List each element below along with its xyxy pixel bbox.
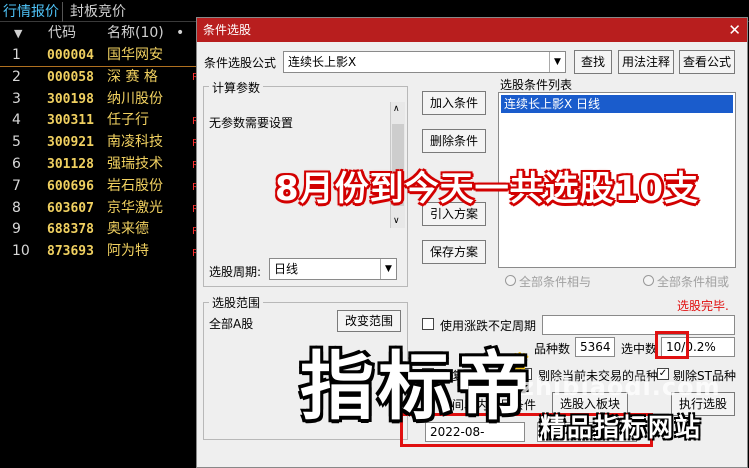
chevron-down-icon[interactable]: ▼ xyxy=(380,259,396,279)
condition-list-title: 选股条件列表 xyxy=(500,78,573,92)
row-index: 4 xyxy=(12,112,21,129)
radio-all-or[interactable] xyxy=(643,275,654,286)
formula-label: 条件选股公式 xyxy=(204,56,277,70)
stock-name: 国华网安 xyxy=(107,47,163,63)
watermark-logo: 指标帝 xyxy=(300,344,534,430)
table-row[interactable]: 3 300198 纳川股份 xyxy=(0,89,200,111)
stock-name: 南凌科技 xyxy=(107,134,163,151)
radio-all-or-label: 全部条件相或 xyxy=(657,275,730,289)
stock-name: 纳川股份 xyxy=(107,90,163,107)
column-header-dot: • xyxy=(176,25,185,41)
watermark-url: zhibiaodi.com xyxy=(520,373,721,401)
stock-list: 1 000004 国华网安 2 000058 深 赛 格 3 300198 纳川股份 4 30… xyxy=(0,45,200,263)
stock-code: 000004 xyxy=(47,48,94,63)
highlight-box xyxy=(655,331,689,359)
stock-code: 603607 xyxy=(47,200,94,216)
watermark-subtitle: 精品指标网站 xyxy=(540,413,703,442)
stock-name: 深 赛 格 xyxy=(107,68,158,85)
usage-notes-button[interactable]: 用法注释 xyxy=(618,50,674,74)
delete-condition-button[interactable]: 删除条件 xyxy=(422,129,486,153)
row-index: 8 xyxy=(12,199,21,216)
stock-code: 301128 xyxy=(47,156,94,172)
params-group-title: 计算参数 xyxy=(209,79,264,96)
radio-all-and[interactable] xyxy=(505,275,516,286)
table-row[interactable]: 5 300921 南凌科技 xyxy=(0,132,200,154)
stock-name: 奥来德 xyxy=(107,221,149,238)
close-icon[interactable]: ✕ xyxy=(728,18,741,42)
chevron-down-icon[interactable]: ∨ xyxy=(393,216,400,226)
stock-code: 688378 xyxy=(47,222,94,238)
formula-select[interactable]: 连续长上影X ▼ xyxy=(283,51,566,73)
period-label: 选股周期: xyxy=(209,265,262,279)
params-text: 无参数需要设置 xyxy=(209,116,294,130)
dialog-title-bar[interactable]: 条件选股 ✕ xyxy=(197,18,747,42)
row-index: 3 xyxy=(12,90,21,107)
row-index: 5 xyxy=(12,134,21,151)
column-header-name[interactable]: 名称(10) xyxy=(107,23,164,44)
unfixed-period-input[interactable] xyxy=(542,315,735,335)
table-row[interactable]: 4 300311 任子行 xyxy=(0,110,200,132)
stock-code: 300311 xyxy=(47,113,94,129)
sort-icon[interactable]: ▼ xyxy=(14,23,22,44)
table-row[interactable]: 7 600696 岩石股份 xyxy=(0,176,200,198)
stock-code: 000058 xyxy=(47,69,94,85)
condition-list-item[interactable]: 连续长上影X 日线 xyxy=(501,95,733,113)
count-label: 品种数 xyxy=(534,342,571,356)
count-value: 5364 xyxy=(575,337,615,357)
stock-code: 300921 xyxy=(47,135,94,151)
range-value: 全部A股 xyxy=(209,317,254,331)
stock-name: 岩石股份 xyxy=(107,177,163,194)
stock-name: 任子行 xyxy=(107,112,149,129)
save-plan-button[interactable]: 保存方案 xyxy=(422,240,486,264)
table-row[interactable]: 6 301128 强瑞技术 xyxy=(0,154,200,176)
stock-name: 阿为特 xyxy=(107,243,149,260)
tab-quotes[interactable]: 行情报价 xyxy=(0,2,63,22)
stock-code: 600696 xyxy=(47,178,94,194)
row-index: 9 xyxy=(12,221,21,238)
row-index: 1 xyxy=(12,47,21,63)
add-condition-button[interactable]: 加入条件 xyxy=(422,91,486,115)
column-header-code[interactable]: 代码 xyxy=(48,23,76,44)
period-select[interactable]: 日线 ▼ xyxy=(269,258,397,280)
row-index: 10 xyxy=(12,243,30,260)
change-range-button[interactable]: 改变范围 xyxy=(337,310,401,332)
table-row[interactable]: 9 688378 奥来德 xyxy=(0,219,200,241)
status-text: 选股完毕. xyxy=(677,299,729,313)
selected-label: 选中数 xyxy=(621,342,658,356)
table-row[interactable]: 2 000058 深 赛 格 xyxy=(0,67,200,89)
caption-banner: 8月份到今天一共选股10支 xyxy=(275,169,699,209)
chevron-down-icon[interactable]: ▼ xyxy=(549,52,565,72)
row-index: 7 xyxy=(12,177,21,194)
range-group-title: 选股范围 xyxy=(209,294,264,311)
tab-auction[interactable]: 封板竞价 xyxy=(67,2,129,22)
use-unfixed-label: 使用涨跌不定周期 xyxy=(440,319,537,333)
stock-code: 873693 xyxy=(47,244,94,260)
radio-all-and-label: 全部条件相与 xyxy=(519,275,592,289)
use-unfixed-checkbox[interactable] xyxy=(422,318,434,330)
find-button[interactable]: 查找 xyxy=(574,50,612,74)
dialog-title: 条件选股 xyxy=(203,23,252,37)
table-row[interactable]: 10 873693 阿为特 xyxy=(0,241,200,263)
chevron-up-icon[interactable]: ∧ xyxy=(393,104,400,114)
row-index: 6 xyxy=(12,155,21,172)
view-formula-button[interactable]: 查看公式 xyxy=(679,50,735,74)
period-value: 日线 xyxy=(274,262,299,276)
stock-name: 强瑞技术 xyxy=(107,155,163,172)
stock-name: 京华激光 xyxy=(107,199,163,216)
table-row[interactable]: 8 603607 京华激光 xyxy=(0,198,200,220)
stock-code: 300198 xyxy=(47,91,94,107)
row-index: 2 xyxy=(12,68,21,85)
formula-value: 连续长上影X xyxy=(288,55,357,69)
table-row[interactable]: 1 000004 国华网安 xyxy=(0,45,200,67)
